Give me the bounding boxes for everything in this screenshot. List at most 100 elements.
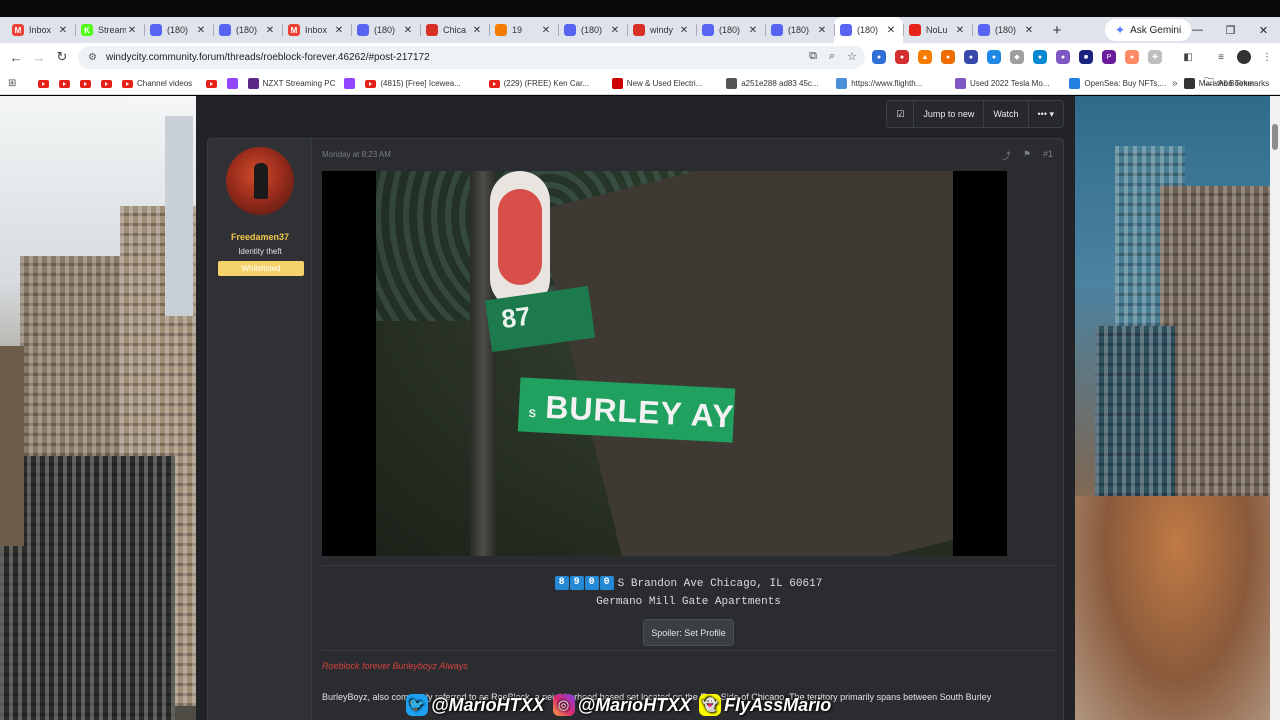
web-page: ☑ Jump to new Watch ••• ▾ Freedamen37 Id… xyxy=(0,96,1280,720)
embedded-video[interactable]: 87 S BURLEY AY xyxy=(322,171,1007,556)
tab-close-icon[interactable]: ✕ xyxy=(678,25,690,36)
bookmark-item[interactable]: (229) (FREE) Ken Car... xyxy=(488,76,589,91)
extension-icon[interactable]: ● xyxy=(1125,50,1139,64)
bookmark-item[interactable]: https://www.flighth... xyxy=(836,76,922,91)
extension-icon[interactable]: ● xyxy=(987,50,1001,64)
bookmark-item[interactable]: New & Used Electri... xyxy=(611,76,702,91)
bookmark-item[interactable]: Channel videos xyxy=(122,76,192,91)
tab-close-icon[interactable]: ✕ xyxy=(471,25,483,36)
browser-tab[interactable]: (180) ✕ xyxy=(144,17,213,43)
browser-tab[interactable]: K Stream ✕ xyxy=(75,17,144,43)
back-icon[interactable]: ← xyxy=(6,47,26,67)
browser-tab[interactable]: (180) ✕ xyxy=(351,17,420,43)
bookmark-item[interactable]: a251e288 ad83 45c... xyxy=(726,76,819,91)
tab-title: windy xyxy=(650,25,674,35)
close-window-icon[interactable]: ✕ xyxy=(1247,17,1280,43)
address-digit: 9 xyxy=(569,576,584,590)
tab-close-icon[interactable]: ✕ xyxy=(609,25,621,36)
extension-icon[interactable]: ■ xyxy=(1079,50,1093,64)
tab-close-icon[interactable]: ✕ xyxy=(747,25,759,36)
install-app-icon[interactable]: ⧉ xyxy=(809,50,817,63)
tab-close-icon[interactable]: ✕ xyxy=(264,25,276,36)
bookmark-item[interactable]: (4815) [Free] Icewea... xyxy=(365,76,461,91)
extension-icon[interactable]: ● xyxy=(895,50,909,64)
site-info-icon[interactable]: ⚙ xyxy=(88,52,97,63)
scrollbar-thumb[interactable] xyxy=(1272,124,1278,150)
restore-icon[interactable]: ❐ xyxy=(1214,17,1247,43)
bookmark-icon[interactable]: ⚑ xyxy=(1023,149,1031,162)
bookmark-item[interactable] xyxy=(80,76,95,91)
more-options-button[interactable]: ••• ▾ xyxy=(1027,101,1063,127)
window-controls: — ❐ ✕ xyxy=(1181,17,1280,43)
extension-icon[interactable]: ● xyxy=(941,50,955,64)
extension-icon[interactable]: ● xyxy=(1056,50,1070,64)
browser-tab[interactable]: (180) ✕ xyxy=(696,17,765,43)
reload-icon[interactable]: ↻ xyxy=(52,47,72,67)
tab-close-icon[interactable]: ✕ xyxy=(126,25,138,36)
media-controls-icon[interactable]: ≡ xyxy=(1214,50,1228,64)
post-number[interactable]: #1 xyxy=(1043,149,1053,162)
new-tab-icon[interactable]: + xyxy=(1047,22,1067,39)
browser-tab[interactable]: (180) ✕ xyxy=(213,17,282,43)
browser-tab[interactable]: NoLu ✕ xyxy=(903,17,972,43)
bookmark-item[interactable]: OpenSea: Buy NFTs,... xyxy=(1069,76,1166,91)
tab-close-icon[interactable]: ✕ xyxy=(540,25,552,36)
watch-button[interactable]: Watch xyxy=(983,101,1027,127)
extension-icon[interactable]: ● xyxy=(872,50,886,64)
more-bookmarks-icon[interactable]: » xyxy=(1172,76,1178,91)
bookmark-item[interactable] xyxy=(205,76,221,91)
menu-icon[interactable]: ⋮ xyxy=(1260,50,1274,64)
extension-icon[interactable]: ● xyxy=(964,50,978,64)
avatar[interactable] xyxy=(226,147,294,215)
tab-close-icon[interactable]: ✕ xyxy=(1023,25,1035,36)
extension-icon[interactable]: ● xyxy=(1033,50,1047,64)
forward-icon[interactable]: → xyxy=(29,47,49,67)
browser-tab[interactable]: Chica ✕ xyxy=(420,17,489,43)
browser-tab[interactable]: (180) ✕ xyxy=(765,17,834,43)
extension-icon[interactable]: P xyxy=(1102,50,1116,64)
shield-icon[interactable]: ◆ xyxy=(1010,50,1024,64)
ask-gemini-button[interactable]: ✦ Ask Gemini xyxy=(1105,19,1192,41)
tab-close-icon[interactable]: ✕ xyxy=(885,25,897,36)
bookmark-item[interactable] xyxy=(344,76,359,91)
bookmark-item[interactable] xyxy=(226,76,242,91)
tab-close-icon[interactable]: ✕ xyxy=(195,25,207,36)
bookmark-item[interactable] xyxy=(101,76,116,91)
bookmark-label: Used 2022 Tesla Mo... xyxy=(970,79,1050,88)
browser-tab[interactable]: (180) ✕ xyxy=(834,17,903,43)
browser-tab[interactable]: M Inbox ✕ xyxy=(6,17,75,43)
post-date[interactable]: Monday at 8:23 AM xyxy=(322,150,391,159)
jump-to-new-button[interactable]: Jump to new xyxy=(913,101,983,127)
spoiler-button[interactable]: Spoiler: Set Profile xyxy=(643,619,734,646)
username-link[interactable]: Freedamen37 xyxy=(208,232,312,242)
bookmark-star-icon[interactable]: ☆ xyxy=(847,50,857,63)
page-scrollbar[interactable] xyxy=(1270,96,1280,720)
bookmark-item[interactable]: Used 2022 Tesla Mo... xyxy=(955,76,1049,91)
browser-tab[interactable]: (180) ✕ xyxy=(558,17,627,43)
tab-close-icon[interactable]: ✕ xyxy=(402,25,414,36)
browser-tab[interactable]: 19 ✕ xyxy=(489,17,558,43)
browser-tab[interactable]: M Inbox ✕ xyxy=(282,17,351,43)
apps-grid-icon[interactable]: ⊞ xyxy=(8,76,16,91)
browser-tab[interactable]: (180) ✕ xyxy=(972,17,1041,43)
all-bookmarks[interactable]: 🗀 All Bookmarks xyxy=(1204,76,1269,91)
bookmark-item[interactable]: NZXT Streaming PC xyxy=(247,76,335,91)
share-icon[interactable]: ⤴ xyxy=(1002,149,1011,162)
bookmark-item[interactable] xyxy=(59,76,74,91)
zoom-icon[interactable]: ⌕ xyxy=(829,50,835,63)
browser-tab[interactable]: windy ✕ xyxy=(627,17,696,43)
tab-close-icon[interactable]: ✕ xyxy=(333,25,345,36)
bookmark-item[interactable] xyxy=(38,76,53,91)
tab-close-icon[interactable]: ✕ xyxy=(816,25,828,36)
metamask-icon[interactable]: ▲ xyxy=(918,50,932,64)
bookmark-label: Channel videos xyxy=(137,79,193,88)
tab-close-icon[interactable]: ✕ xyxy=(954,25,966,36)
extensions-puzzle-icon[interactable]: ✚ xyxy=(1148,50,1162,64)
profile-avatar[interactable] xyxy=(1237,50,1251,64)
tab-close-icon[interactable]: ✕ xyxy=(57,25,69,36)
youtube-icon xyxy=(38,79,49,88)
address-bar[interactable]: ⚙ windycity.community.forum/threads/roeb… xyxy=(78,46,865,69)
select-checkbox-icon[interactable]: ☑ xyxy=(887,101,913,127)
side-panel-icon[interactable]: ◧ xyxy=(1181,50,1195,64)
minimize-icon[interactable]: — xyxy=(1181,17,1214,43)
